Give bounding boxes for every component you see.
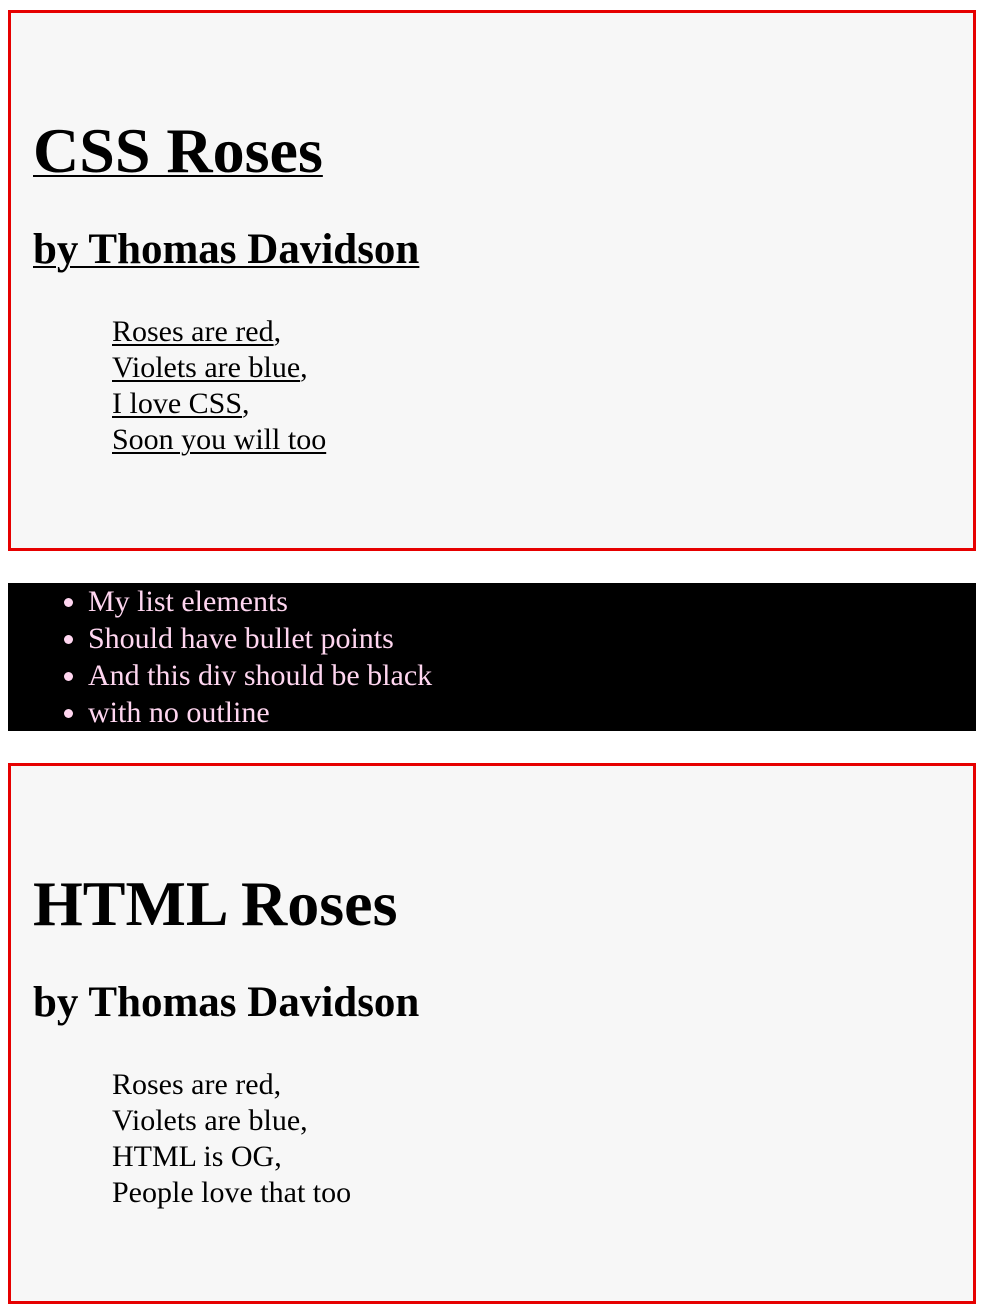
html-poem-line: HTML is OG, (112, 1140, 282, 1173)
html-poem-box: HTML Roses by Thomas Davidson Roses are … (8, 763, 976, 1304)
list-item: with no outline (88, 694, 976, 731)
css-poem-line: Soon you will too (112, 423, 327, 456)
list-item: My list elements (88, 583, 976, 620)
html-poem-line: Violets are blue, (112, 1104, 308, 1137)
css-poem-lines: Roses are red, Violets are blue, I love … (112, 314, 326, 458)
css-poem-title: CSS Roses (33, 115, 323, 186)
black-list-box: My list elements Should have bullet poin… (8, 583, 976, 731)
css-poem-author: by Thomas Davidson (33, 226, 420, 273)
html-poem-line: People love that too (112, 1176, 352, 1209)
list-item: And this div should be black (88, 657, 976, 694)
list-item: Should have bullet points (88, 620, 976, 657)
html-poem-lines: Roses are red, Violets are blue, HTML is… (112, 1067, 351, 1211)
html-poem-title: HTML Roses (33, 868, 398, 939)
css-poem-line: Violets are blue, (112, 351, 308, 384)
bullet-list: My list elements Should have bullet poin… (8, 583, 976, 731)
css-poem-line: Roses are red, (112, 315, 282, 348)
html-poem-line: Roses are red, (112, 1068, 282, 1101)
css-poem-box: CSS Roses by Thomas Davidson Roses are r… (8, 10, 976, 551)
css-poem-line: I love CSS, (112, 387, 250, 420)
html-poem-author: by Thomas Davidson (33, 979, 420, 1026)
